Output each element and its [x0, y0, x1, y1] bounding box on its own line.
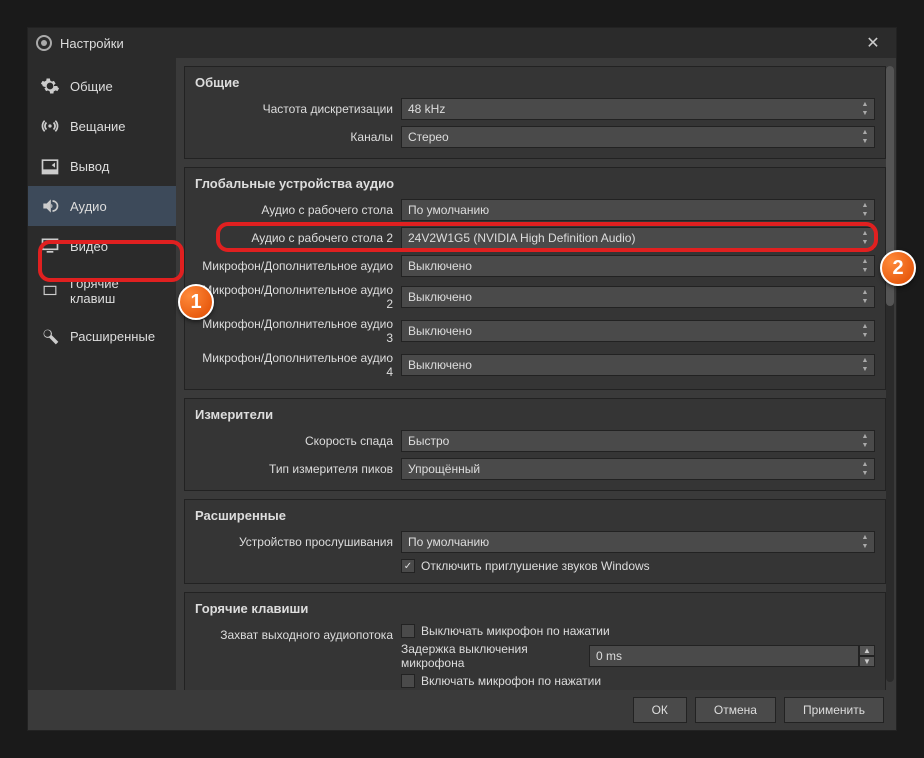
sidebar-item-label: Видео [70, 239, 108, 254]
settings-window: Настройки ✕ Общие Вещание Вывод Аудио [27, 27, 897, 731]
window-title: Настройки [60, 36, 124, 51]
sidebar-item-label: Аудио [70, 199, 107, 214]
spin-up[interactable]: ▲ [859, 645, 875, 656]
sidebar-item-label: Общие [70, 79, 113, 94]
sidebar-item-label: Горячие клавиш [70, 276, 164, 306]
group-title: Измерители [195, 407, 875, 422]
group-devices: Глобальные устройства аудио Аудио с рабо… [184, 167, 886, 390]
mute-delay-input[interactable]: 0 ms [589, 645, 859, 667]
spin-down[interactable]: ▼ [859, 656, 875, 667]
decay-select[interactable]: Быстро▲▼ [401, 430, 875, 452]
sidebar-item-label: Вещание [70, 119, 126, 134]
titlebar: Настройки ✕ [28, 28, 896, 58]
sample-rate-label: Частота дискретизации [195, 102, 393, 116]
sidebar: Общие Вещание Вывод Аудио Видео Горячие … [28, 58, 176, 690]
monitor-label: Устройство прослушивания [195, 535, 393, 549]
mic-3-select[interactable]: Выключено▲▼ [401, 320, 875, 342]
sidebar-item-audio[interactable]: Аудио [28, 186, 176, 226]
antenna-icon [40, 116, 60, 136]
mic-2-label: Микрофон/Дополнительное аудио 2 [195, 283, 393, 311]
desktop-audio-2-label: Аудио с рабочего стола 2 [195, 231, 393, 245]
mute-windows-row: ✓ Отключить приглушение звуков Windows [401, 559, 650, 573]
peak-select[interactable]: Упрощённый▲▼ [401, 458, 875, 480]
sidebar-item-output[interactable]: Вывод [28, 146, 176, 186]
mic-4-select[interactable]: Выключено▲▼ [401, 354, 875, 376]
badge-1: 1 [178, 284, 214, 320]
apply-button[interactable]: Применить [784, 697, 884, 723]
monitor-icon [40, 236, 60, 256]
group-title: Горячие клавиши [195, 601, 875, 616]
mic-4-label: Микрофон/Дополнительное аудио 4 [195, 351, 393, 379]
group-title: Расширенные [195, 508, 875, 523]
capture-label: Захват выходного аудиопотока [195, 624, 393, 642]
mute-windows-label: Отключить приглушение звуков Windows [421, 559, 650, 573]
ok-button[interactable]: ОК [633, 697, 687, 723]
group-title: Глобальные устройства аудио [195, 176, 875, 191]
sidebar-item-stream[interactable]: Вещание [28, 106, 176, 146]
group-meters: Измерители Скорость спада Быстро▲▼ Тип и… [184, 398, 886, 491]
sidebar-item-advanced[interactable]: Расширенные [28, 316, 176, 356]
sample-rate-select[interactable]: 48 kHz▲▼ [401, 98, 875, 120]
cancel-button[interactable]: Отмена [695, 697, 776, 723]
group-advanced: Расширенные Устройство прослушивания По … [184, 499, 886, 584]
content-area: Общие Частота дискретизации 48 kHz▲▼ Кан… [176, 58, 896, 690]
unmute-push-checkbox[interactable] [401, 674, 415, 688]
sidebar-item-label: Расширенные [70, 329, 155, 344]
mic-3-label: Микрофон/Дополнительное аудио 3 [195, 317, 393, 345]
sidebar-item-label: Вывод [70, 159, 109, 174]
close-button[interactable]: ✕ [858, 33, 888, 53]
desktop-audio-select[interactable]: По умолчанию▲▼ [401, 199, 875, 221]
group-title: Общие [195, 75, 875, 90]
speaker-icon [40, 196, 60, 216]
output-icon [40, 156, 60, 176]
mic-1-select[interactable]: Выключено▲▼ [401, 255, 875, 277]
mute-windows-checkbox[interactable]: ✓ [401, 559, 415, 573]
gear-icon [40, 76, 60, 96]
decay-label: Скорость спада [195, 434, 393, 448]
mic-2-select[interactable]: Выключено▲▼ [401, 286, 875, 308]
app-logo-icon [36, 35, 52, 51]
tools-icon [40, 326, 60, 346]
desktop-audio-2-select[interactable]: 24V2W1G5 (NVIDIA High Definition Audio)▲… [401, 227, 875, 249]
unmute-push-label: Включать микрофон по нажатии [421, 674, 601, 688]
group-general: Общие Частота дискретизации 48 kHz▲▼ Кан… [184, 66, 886, 159]
footer: ОК Отмена Применить [28, 690, 896, 730]
sidebar-item-hotkeys[interactable]: Горячие клавиш [28, 266, 176, 316]
channels-select[interactable]: Стерео▲▼ [401, 126, 875, 148]
keyboard-icon [40, 281, 60, 301]
channels-label: Каналы [195, 130, 393, 144]
mic-1-label: Микрофон/Дополнительное аудио [195, 259, 393, 273]
mute-push-label: Выключать микрофон по нажатии [421, 624, 610, 638]
mute-delay-label: Задержка выключения микрофона [401, 642, 581, 670]
sidebar-item-general[interactable]: Общие [28, 66, 176, 106]
scrollbar[interactable] [886, 66, 894, 682]
desktop-audio-label: Аудио с рабочего стола [195, 203, 393, 217]
badge-2: 2 [880, 250, 916, 286]
mute-push-checkbox[interactable] [401, 624, 415, 638]
sidebar-item-video[interactable]: Видео [28, 226, 176, 266]
group-hotkeys: Горячие клавиши Захват выходного аудиопо… [184, 592, 886, 690]
monitor-select[interactable]: По умолчанию▲▼ [401, 531, 875, 553]
peak-label: Тип измерителя пиков [195, 462, 393, 476]
